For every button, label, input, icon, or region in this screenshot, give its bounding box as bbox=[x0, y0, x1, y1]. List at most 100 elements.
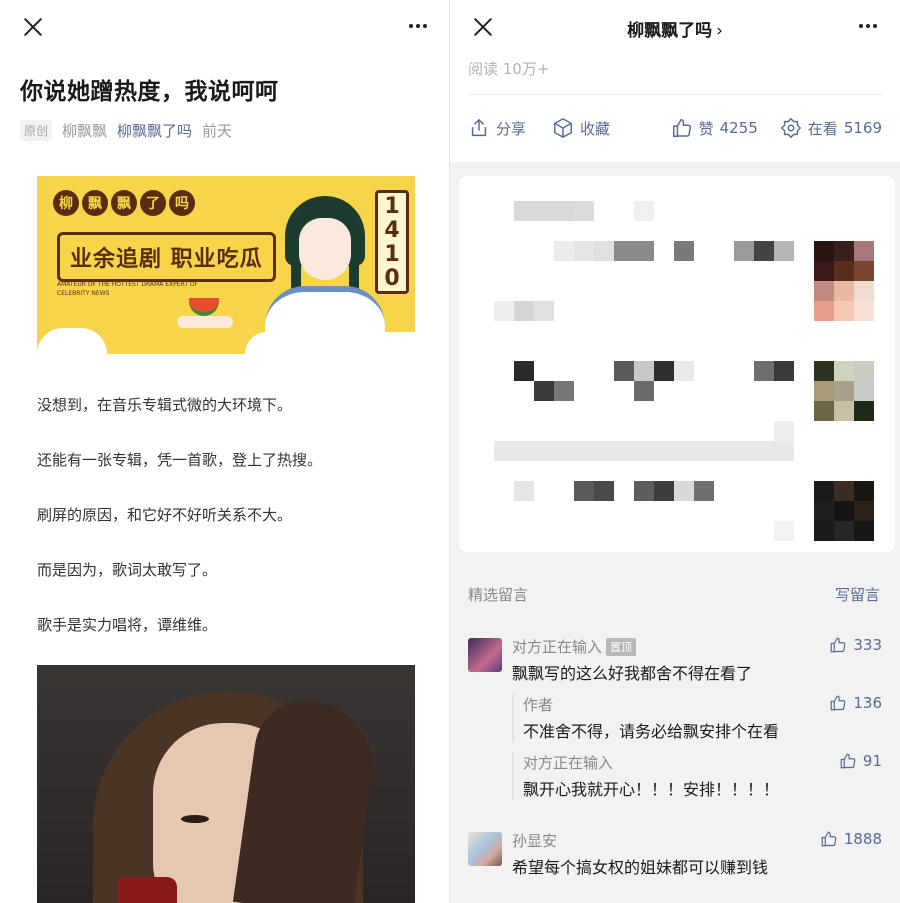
mosaic-cell bbox=[554, 441, 574, 461]
account-link[interactable]: 柳飘飘了吗 bbox=[117, 120, 192, 141]
logo-char: 飘 bbox=[82, 190, 108, 216]
reply-like-button[interactable]: 136 bbox=[829, 694, 882, 712]
banner-tagline: AMATEUR OF THE HOTTEST DRAMA EXPERT OF C… bbox=[57, 281, 199, 297]
mosaic-cell bbox=[774, 521, 794, 541]
mosaic-cell bbox=[814, 501, 834, 521]
mosaic-cell bbox=[754, 241, 774, 261]
mosaic-cell bbox=[494, 441, 514, 461]
reply-author[interactable]: 对方正在输入 bbox=[523, 752, 613, 773]
mosaic-cell bbox=[774, 421, 794, 441]
watch-count: 5169 bbox=[843, 119, 882, 137]
banner-number-digit: 1 bbox=[384, 242, 400, 267]
mosaic-cell bbox=[534, 201, 554, 221]
mosaic-cell bbox=[654, 361, 674, 381]
illustration-hand bbox=[177, 316, 233, 328]
mosaic-cell bbox=[674, 361, 694, 381]
mosaic-cell bbox=[814, 521, 834, 541]
mosaic-cell bbox=[634, 361, 654, 381]
reply-text: 飘开心我就开心！！！安排！！！！ bbox=[523, 780, 780, 799]
comment-author[interactable]: 对方正在输入 bbox=[512, 636, 602, 657]
article-topbar bbox=[0, 0, 450, 52]
mosaic-cell bbox=[634, 481, 654, 501]
mosaic-cell bbox=[834, 241, 854, 261]
comment-author[interactable]: 孙显安 bbox=[512, 830, 557, 851]
comments-header: 精选留言 写留言 bbox=[468, 584, 880, 605]
share-button[interactable]: 分享 bbox=[468, 117, 526, 139]
reply-item: 对方正在输入 飘开心我就开心！！！安排！！！！ 91 bbox=[512, 752, 882, 800]
favorite-label: 收藏 bbox=[580, 119, 611, 138]
mosaic-cell bbox=[694, 441, 714, 461]
thumbs-up-icon bbox=[821, 831, 837, 847]
more-icon[interactable] bbox=[406, 16, 430, 36]
like-count: 4255 bbox=[719, 119, 758, 137]
mosaic-cell bbox=[614, 241, 634, 261]
comment-like-button[interactable]: 333 bbox=[829, 636, 882, 654]
mosaic-cell bbox=[774, 441, 794, 461]
comment-like-button[interactable]: 1888 bbox=[820, 830, 882, 848]
reply-author[interactable]: 作者 bbox=[523, 694, 553, 715]
mosaic-cell bbox=[534, 381, 554, 401]
close-icon[interactable] bbox=[22, 16, 44, 38]
mosaic-cell bbox=[734, 241, 754, 261]
mosaic-cell bbox=[534, 301, 554, 321]
cloud-decoration bbox=[37, 328, 107, 354]
comment-item: 孙显安 希望每个搞女权的姐妹都可以赚到钱 1888 bbox=[468, 830, 882, 880]
mosaic-cell bbox=[814, 481, 834, 501]
mosaic-cell bbox=[854, 301, 874, 321]
mosaic-cell bbox=[574, 241, 594, 261]
banner-logo: 柳 飘 飘 了 吗 bbox=[53, 190, 195, 216]
banner-slogan: 业余追剧 职业吃瓜 bbox=[57, 232, 276, 282]
reply-like-count: 136 bbox=[853, 694, 882, 712]
paragraph: 歌手是实力唱将，谭维维。 bbox=[37, 616, 218, 634]
share-label: 分享 bbox=[496, 119, 527, 138]
banner-number-digit: 4 bbox=[384, 218, 400, 243]
publish-time: 前天 bbox=[202, 122, 233, 140]
banner-number-digit: 1 bbox=[384, 194, 400, 219]
reply-item: 作者 不准舍不得，请务必给飘安排个在看 136 bbox=[512, 694, 882, 742]
mosaic-cell bbox=[634, 201, 654, 221]
comment-text: 飘飘写的这么好我都舍不得在看了 bbox=[512, 664, 753, 683]
mosaic-cell bbox=[834, 401, 854, 421]
mosaic-cell bbox=[754, 361, 774, 381]
mosaic-cell bbox=[814, 261, 834, 281]
comments-topbar: 柳飘飘了吗 › bbox=[450, 0, 900, 52]
mosaic-cell bbox=[654, 481, 674, 501]
avatar[interactable] bbox=[468, 832, 502, 866]
mosaic-cell bbox=[774, 361, 794, 381]
comment-author-row: 孙显安 bbox=[512, 830, 557, 851]
mosaic-cell bbox=[734, 441, 754, 461]
mosaic-cell bbox=[514, 201, 534, 221]
mosaic-cell bbox=[854, 381, 874, 401]
mosaic-cell bbox=[854, 261, 874, 281]
mosaic-cell bbox=[854, 401, 874, 421]
watch-button[interactable]: 在看 5169 bbox=[780, 117, 882, 139]
thumbs-up-icon bbox=[672, 119, 691, 137]
mosaic-cell bbox=[814, 241, 834, 261]
mosaic-cell bbox=[774, 241, 794, 261]
mosaic-cell bbox=[834, 301, 854, 321]
mosaic-cell bbox=[854, 481, 874, 501]
mosaic-cell bbox=[594, 481, 614, 501]
like-button[interactable]: 赞 4255 bbox=[671, 117, 758, 139]
reply-like-count: 91 bbox=[862, 752, 882, 770]
write-comment-link[interactable]: 写留言 bbox=[835, 584, 880, 605]
mosaic-cell bbox=[754, 441, 774, 461]
illustration-face bbox=[299, 218, 351, 280]
banner-image: 柳 飘 飘 了 吗 业余追剧 职业吃瓜 AMATEUR OF THE HOTTE… bbox=[37, 176, 415, 354]
reply-like-button[interactable]: 91 bbox=[839, 752, 882, 770]
paragraph: 还能有一张专辑，凭一首歌，登上了热搜。 bbox=[37, 451, 323, 469]
article-pane: 你说她蹭热度，我说呵呵 原创 柳飘飘 柳飘飘了吗 前天 柳 飘 飘 了 吗 业余… bbox=[0, 0, 450, 903]
mosaic-cell bbox=[694, 481, 714, 501]
account-title-link[interactable]: 柳飘飘了吗 › bbox=[450, 16, 900, 41]
cloud-decoration bbox=[245, 332, 415, 354]
favorite-button[interactable]: 收藏 bbox=[552, 117, 610, 139]
article-title: 你说她蹭热度，我说呵呵 bbox=[20, 79, 279, 105]
mosaic-cell bbox=[594, 241, 614, 261]
mosaic-cell bbox=[854, 241, 874, 261]
author-name: 柳飘飘 bbox=[62, 122, 108, 140]
more-icon[interactable] bbox=[856, 16, 880, 36]
featured-comments-label: 精选留言 bbox=[468, 586, 529, 604]
reply-author-row: 对方正在输入 bbox=[523, 752, 613, 773]
avatar[interactable] bbox=[468, 638, 502, 672]
thumbs-up-icon bbox=[831, 695, 846, 711]
